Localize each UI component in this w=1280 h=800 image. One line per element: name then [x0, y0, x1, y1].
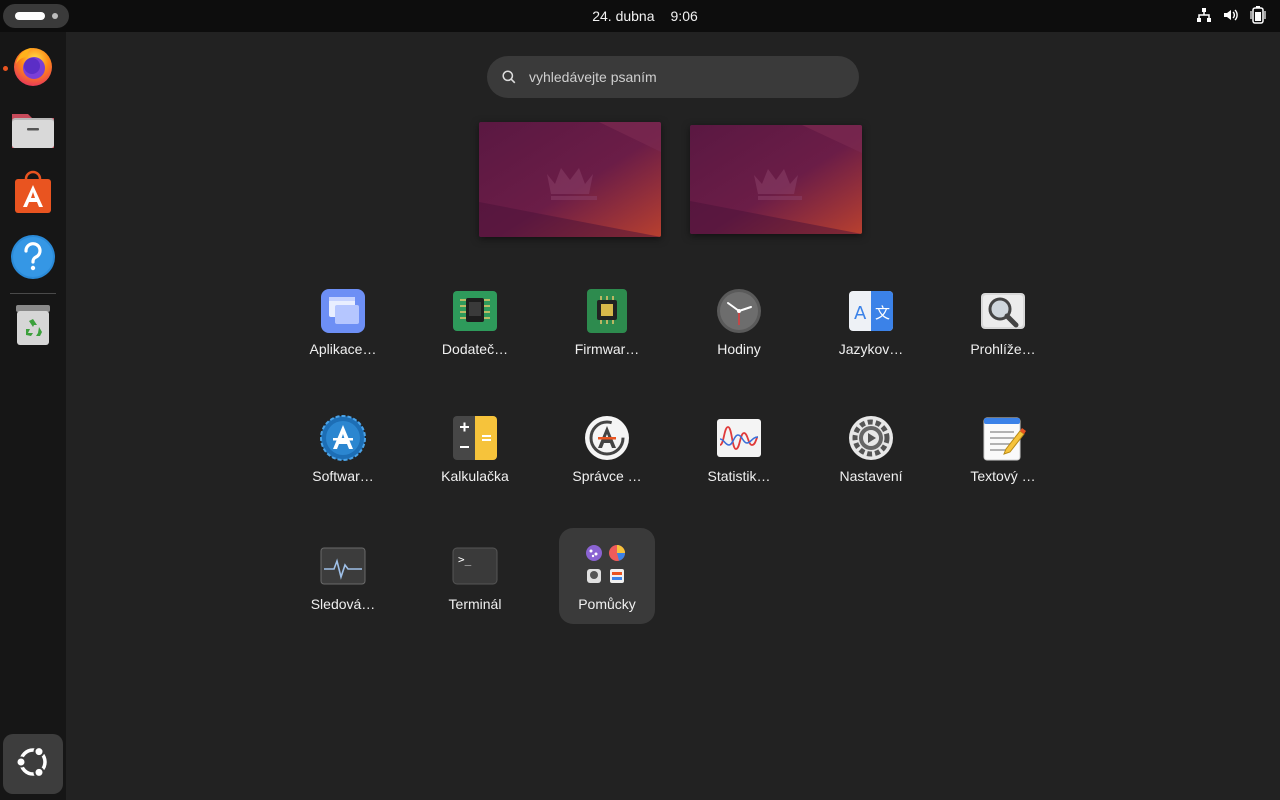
app-label: Statistik…	[707, 468, 771, 484]
app-settings[interactable]: Nastavení	[823, 400, 919, 496]
package-manager-icon	[583, 414, 631, 462]
app-folder-utilities[interactable]: Pomůcky	[559, 528, 655, 624]
show-apps-button[interactable]	[3, 734, 63, 794]
software-updater-icon	[319, 414, 367, 462]
app-calculator[interactable]: Kalkulačka	[427, 400, 523, 496]
workspace-indicator-active	[15, 12, 45, 20]
terminal-icon: >_	[451, 542, 499, 590]
dock	[0, 32, 66, 800]
wallpaper-image	[479, 122, 661, 237]
app-package-manager[interactable]: Správce …	[559, 400, 655, 496]
app-label: Nastavení	[839, 468, 903, 484]
app-center-icon	[10, 170, 56, 221]
files-icon	[10, 106, 56, 157]
app-label: Prohlíže…	[970, 341, 1036, 357]
app-label: Softwar…	[312, 468, 374, 484]
app-label: Dodateč…	[441, 341, 509, 357]
dock-item-files[interactable]	[7, 105, 59, 157]
app-label: Jazykov…	[838, 341, 904, 357]
app-label: Správce …	[572, 468, 642, 484]
date-label: 24. dubna	[592, 8, 655, 24]
app-clocks[interactable]: Hodiny	[691, 273, 787, 369]
system-tray[interactable]	[1196, 6, 1266, 24]
dock-separator	[10, 293, 56, 294]
magnifier-viewer-icon	[979, 287, 1027, 335]
app-label: Textový …	[970, 468, 1036, 484]
app-label: Sledová…	[310, 596, 376, 612]
calculator-icon	[451, 414, 499, 462]
app-additional-drivers[interactable]: Dodateč…	[427, 273, 523, 369]
text-editor-icon	[979, 414, 1027, 462]
dock-item-help[interactable]	[7, 233, 59, 285]
app-firmware[interactable]: Firmwar…	[559, 273, 655, 369]
clock-button[interactable]: 24. dubna 9:06	[540, 0, 750, 32]
app-statistics[interactable]: Statistik…	[691, 400, 787, 496]
windows-app-icon	[319, 287, 367, 335]
dock-item-firefox[interactable]	[7, 41, 59, 93]
app-label: Kalkulačka	[441, 468, 509, 484]
workspace-thumbnail-1[interactable]	[479, 122, 661, 237]
dock-item-trash[interactable]	[7, 301, 59, 353]
workspace-thumbnail-2[interactable]	[690, 125, 862, 234]
chip-green-icon	[451, 287, 499, 335]
battery-icon[interactable]	[1250, 6, 1266, 24]
settings-gear-icon	[847, 414, 895, 462]
search-icon	[502, 70, 516, 89]
wallpaper-image	[690, 125, 862, 234]
clock-icon	[715, 287, 763, 335]
app-system-monitor[interactable]: Sledová…	[295, 528, 391, 624]
dock-item-app-center[interactable]	[7, 169, 59, 221]
top-bar: 24. dubna 9:06	[0, 0, 1280, 32]
firefox-icon	[10, 42, 56, 93]
search-input[interactable]	[529, 56, 839, 98]
app-label: Pomůcky	[578, 596, 636, 612]
system-monitor-icon	[319, 542, 367, 590]
app-label: Aplikace…	[309, 341, 377, 357]
statistics-chart-icon	[715, 414, 763, 462]
svg-text:A: A	[854, 303, 867, 324]
search-bar[interactable]	[487, 56, 859, 98]
language-icon: A文	[847, 287, 895, 335]
app-label: Firmwar…	[574, 341, 640, 357]
network-icon[interactable]	[1196, 7, 1212, 23]
app-window-apps[interactable]: Aplikace…	[295, 273, 391, 369]
trash-icon	[12, 302, 54, 353]
utilities-folder-icon	[583, 542, 631, 590]
app-label: Terminál	[448, 596, 502, 612]
app-image-viewer[interactable]: Prohlíže…	[955, 273, 1051, 369]
app-software-updater[interactable]: Softwar…	[295, 400, 391, 496]
app-language-support[interactable]: A文 Jazykov…	[823, 273, 919, 369]
svg-text:>_: >_	[458, 553, 472, 566]
svg-text:文: 文	[875, 304, 890, 322]
app-terminal[interactable]: >_ Terminál	[427, 528, 523, 624]
app-label: Hodiny	[717, 341, 761, 357]
ubuntu-logo-icon	[13, 742, 53, 787]
app-text-editor[interactable]: Textový …	[955, 400, 1051, 496]
activities-button[interactable]	[3, 4, 69, 28]
workspace-indicator-inactive	[52, 13, 58, 19]
firmware-chip-icon	[583, 287, 631, 335]
time-label: 9:06	[670, 8, 698, 24]
volume-icon[interactable]	[1222, 7, 1240, 23]
help-icon	[10, 234, 56, 285]
